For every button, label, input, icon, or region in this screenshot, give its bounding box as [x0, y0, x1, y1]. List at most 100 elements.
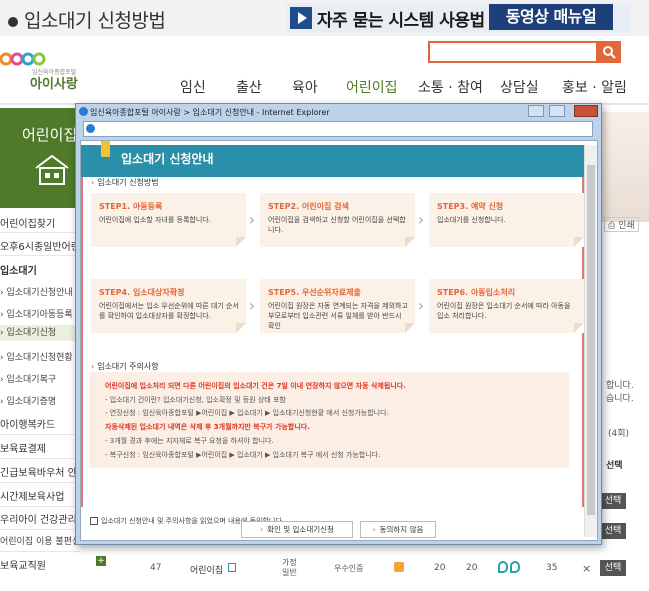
step-title: STEP4. 입소대상자확정 — [99, 288, 185, 297]
minimize-button[interactable] — [528, 105, 544, 117]
step-title: STEP5. 우선순위자료제출 — [268, 288, 361, 297]
sidebar-divider — [0, 506, 80, 507]
nav-item-childcare[interactable]: 육아 — [292, 77, 318, 97]
step-title: STEP1. 아동등록 — [99, 202, 163, 211]
close-mark: × — [582, 562, 592, 575]
sidebar-subitem-restore[interactable]: › 입소대기복구 — [0, 372, 56, 385]
sidebar-item-hourly-care[interactable]: 시간제보육사업 — [0, 488, 64, 503]
select-button[interactable]: 선택 — [600, 560, 626, 576]
sidebar-subitem-apply[interactable]: › 입소대기신청 — [0, 325, 80, 341]
sidebar-item-happy-card[interactable]: 아이행복카드 — [0, 416, 55, 431]
sidebar-item-find-daycare[interactable]: 어린이집찾기 — [0, 215, 55, 230]
chevron-right-icon: › — [248, 296, 256, 315]
search-input[interactable] — [428, 41, 598, 63]
search-button[interactable] — [598, 41, 621, 63]
sidebar-divider — [0, 458, 80, 459]
nav-item-community[interactable]: 소통 · 참여 — [418, 77, 483, 97]
step-card: STEP4. 입소대상자확정 어린이집에서는 입소 우선순위에 따른 대기 순서… — [91, 279, 246, 333]
sidebar-item-staff[interactable]: 보육교직원 — [0, 557, 46, 572]
notice-fragment: 습니다. — [606, 394, 634, 404]
note-item: - 복구신청 : 임신육아종합포털 ▶어린이집 ▶ 입소대기 ▶ 입소대기 복구… — [105, 451, 381, 459]
modal-title: 입소대기 신청안내 — [121, 152, 214, 166]
sidebar-item-fee-payment[interactable]: 보육료결제 — [0, 440, 46, 455]
window-title: 임신육아종합포털 아이사랑 > 입소대기 신청안내 - Internet Exp… — [90, 108, 330, 117]
printer-icon: ⎙ — [608, 221, 616, 231]
sidebar-item-voucher[interactable]: 긴급보육바우처 안내 — [0, 464, 86, 479]
nav-item-daycare[interactable]: 어린이집 — [346, 77, 398, 97]
step-description: 어린이집에서는 입소 우선순위에 따른 대기 순서를 확인하여 입소대상자를 확… — [99, 302, 239, 320]
close-button[interactable] — [574, 105, 598, 117]
chevron-right-icon: › — [260, 525, 264, 534]
step-description: 어린이집 원장은 입소대기 순서에 따라 아동을 입소 처리합니다. — [437, 302, 571, 320]
chevron-right-icon: › — [417, 296, 425, 315]
popup-window: 임신육아종합포털 아이사랑 > 입소대기 신청안내 - Internet Exp… — [75, 103, 602, 545]
step-card: STEP5. 우선순위자료제출 어린이집 원장은 자동 연계되는 자격을 제외하… — [260, 279, 415, 333]
daycare-name-link[interactable]: 어린이집 — [190, 563, 223, 576]
logo-text[interactable]: 아이사랑 — [30, 73, 78, 92]
sidebar-divider — [0, 232, 80, 233]
select-button[interactable]: 선택 — [600, 493, 626, 509]
maximize-button[interactable] — [549, 105, 565, 117]
agree-checkbox[interactable] — [90, 517, 98, 525]
sidebar-divider — [0, 434, 80, 435]
confirm-apply-button[interactable]: › 확인 및 입소대기신청 — [241, 521, 353, 538]
notes-box: 어린이집에 입소처리 되면 다른 어린이집의 입소대기 건은 7일 이내 연장하… — [89, 372, 569, 468]
location-icon — [510, 561, 520, 573]
sidebar-divider — [0, 529, 80, 530]
chevron-right-icon: › — [417, 210, 425, 229]
popup-content: 입소대기 신청안내 › 입소대기 신청방법 STEP1. 아동등록 어린이집에 입… — [80, 140, 598, 541]
sidebar-subitem-certificate[interactable]: › 입소대기증명 — [0, 394, 56, 407]
sidebar-subitem-child-register[interactable]: › 입소대기아동등록 — [0, 307, 73, 320]
print-button[interactable]: ⎙ 인쇄 — [604, 217, 639, 232]
ie-icon — [79, 107, 88, 116]
step-description: 입소대기를 신청합니다. — [437, 216, 506, 224]
nav-item-pregnancy[interactable]: 임신 — [180, 77, 206, 97]
location-icon — [498, 561, 508, 573]
main-nav: 임신 출산 육아 어린이집 소통 · 참여 상담실 홍보 · 알림 — [170, 77, 640, 101]
sidebar-title: 어린이집 — [22, 126, 78, 144]
count-label: (4회) — [608, 429, 630, 439]
address-bar[interactable] — [83, 121, 593, 137]
step-title: STEP6. 아동입소처리 — [437, 288, 516, 297]
step-card: STEP2. 어린이집 검색 어린이집을 검색하고 신청할 어린이집을 선택합니… — [260, 193, 415, 247]
note-item: - 3개월 경과 후에는 지자체로 복구 요청을 하셔야 합니다. — [105, 437, 274, 445]
select-button[interactable]: 선택 — [600, 523, 626, 539]
house-icon — [35, 154, 69, 185]
sidebar-item-health[interactable]: 우리아이 건강관리 — [0, 511, 77, 526]
bullet-icon — [8, 16, 18, 27]
page-icon — [86, 124, 95, 133]
sidebar-divider — [0, 255, 80, 256]
nav-item-birth[interactable]: 출산 — [236, 77, 262, 97]
step-description: 어린이집에 입소할 자녀를 등록합니다. — [99, 216, 211, 224]
sidebar-subitem-status[interactable]: › 입소대기신청현황 — [0, 350, 73, 363]
step-card: STEP6. 아동입소처리 어린이집 원장은 입소대기 순서에 따라 아동을 입… — [429, 279, 584, 333]
search-icon — [603, 46, 616, 59]
select-column-header: 선택 — [606, 461, 623, 471]
section-title-method: › 입소대기 신청방법 — [91, 178, 159, 187]
sidebar-subitem-guide[interactable]: › 입소대기신청안내 — [0, 285, 73, 298]
bookmark-icon — [101, 141, 110, 157]
page-heading: 입소대기 신청방법 — [8, 6, 166, 33]
step-title: STEP3. 예약 신청 — [437, 202, 504, 211]
scrollbar-thumb[interactable] — [587, 165, 595, 515]
chevron-right-icon: › — [372, 525, 376, 534]
step-card: STEP1. 아동등록 어린이집에 입소할 자녀를 등록합니다. — [91, 193, 246, 247]
section-title-notes: › 입소대기 주의사항 — [91, 362, 159, 371]
nav-item-counsel[interactable]: 상담실 — [500, 77, 539, 97]
note-item: 어린이집에 입소처리 되면 다른 어린이집의 입소대기 건은 7일 이내 연장하… — [105, 382, 406, 390]
chevron-right-icon: › — [248, 210, 256, 229]
nav-item-notice[interactable]: 홍보 · 알림 — [562, 77, 627, 97]
calendar-icon — [394, 562, 404, 572]
step-description: 어린이집을 검색하고 신청할 어린이집을 선택합니다. — [268, 216, 406, 234]
video-manual-button[interactable]: 동영상 매뉴얼 — [489, 4, 613, 30]
note-item: - 연장신청 : 임신육아종합포털 ▶어린이집 ▶ 입소대기 ▶ 입소대기신청현… — [105, 409, 389, 417]
play-icon[interactable] — [290, 7, 312, 29]
sidebar-item-waitlist[interactable]: 입소대기 — [0, 262, 37, 277]
notice-fragment: 합니다. — [606, 381, 634, 391]
sidebar-divider — [0, 482, 80, 483]
decline-button[interactable]: › 동의하지 않음 — [360, 521, 436, 538]
map-icon[interactable] — [228, 563, 236, 572]
step-title: STEP2. 어린이집 검색 — [268, 202, 349, 211]
faq-link[interactable]: 자주 묻는 시스템 사용법 — [317, 6, 485, 31]
banner-photo — [600, 112, 649, 222]
